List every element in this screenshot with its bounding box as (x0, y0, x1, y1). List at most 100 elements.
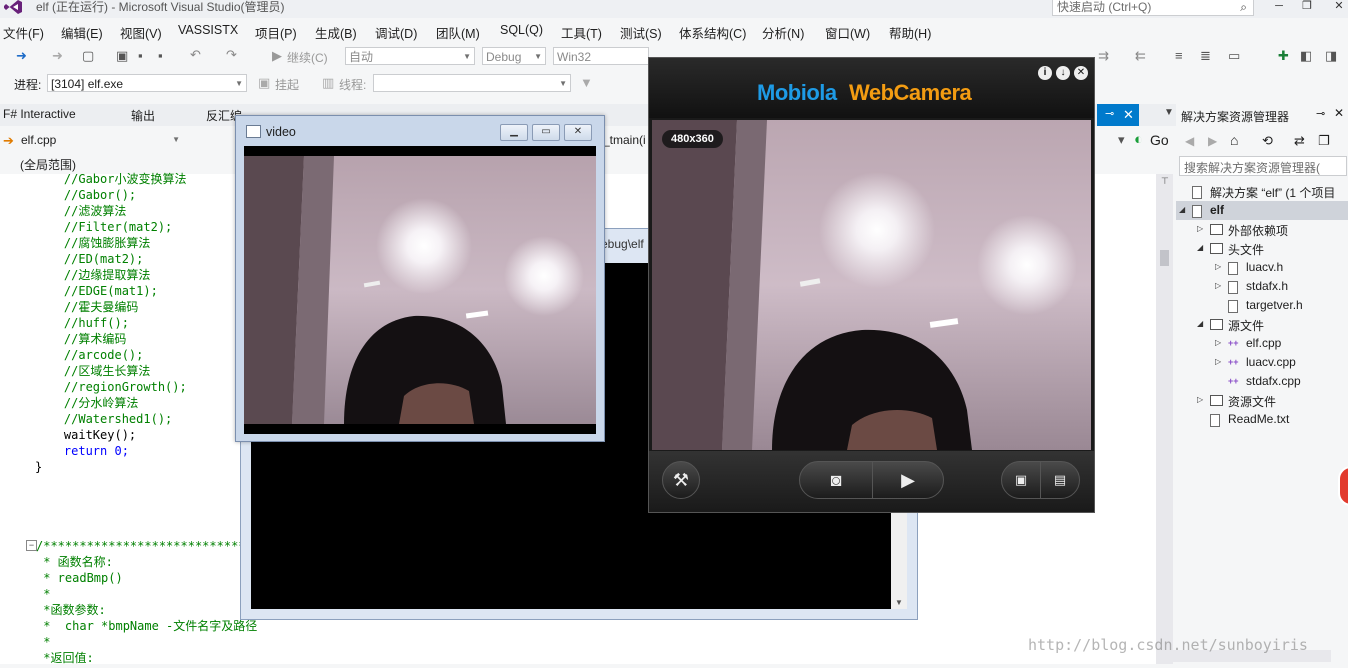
thread-combo[interactable]: ▼ (373, 74, 571, 92)
new-project-icon[interactable]: ▢ (82, 48, 94, 64)
refresh-icon[interactable]: ⇄ (1294, 133, 1305, 149)
outdent-icon[interactable]: ⇇ (1135, 48, 1146, 64)
scroll-down-icon[interactable]: ▼ (895, 598, 903, 607)
home-icon[interactable]: ⌂ (1230, 132, 1238, 148)
chevron-down-icon[interactable]: ▾ (1118, 132, 1125, 148)
filter-icon[interactable]: ▼ (580, 75, 593, 90)
video-minimize-button[interactable]: ▁ (500, 124, 528, 141)
menu-team[interactable]: 团队(M) (436, 23, 480, 42)
resolution-badge[interactable]: 480x360 (662, 130, 723, 148)
tree-item[interactable]: ▷ ++ luacv.cpp (1176, 353, 1348, 372)
save-all-icon[interactable]: ▪ (158, 48, 163, 63)
expanded-arrow-icon[interactable]: ◢ (1197, 319, 1203, 328)
collapsed-arrow-icon[interactable]: ▷ (1197, 224, 1203, 233)
tree-item[interactable]: ReadMe.txt (1176, 410, 1348, 429)
back-icon[interactable]: ➜ (16, 48, 27, 64)
tree-item[interactable]: ◢ elf (1176, 201, 1348, 220)
floating-red-badge[interactable] (1338, 466, 1348, 506)
menu-project[interactable]: 项目(P) (255, 23, 297, 42)
collapse-all-icon[interactable]: ❐ (1318, 133, 1330, 149)
add-bookmark-icon[interactable]: ✚ (1278, 48, 1289, 64)
tree-item[interactable]: ◢ 头文件 (1176, 239, 1348, 258)
record-video-camera-icon[interactable]: ▶ (872, 461, 944, 499)
menu-help[interactable]: 帮助(H) (889, 23, 931, 42)
video-maximize-button[interactable]: ▭ (532, 124, 560, 141)
settings-wrench-icon[interactable]: ⚒ (662, 461, 700, 499)
forward-icon[interactable]: ➜ (52, 48, 63, 64)
sync-icon[interactable]: ⟲ (1262, 133, 1273, 149)
tab-fsharp-interactive[interactable]: F# Interactive (3, 107, 76, 121)
menu-debug[interactable]: 调试(D) (375, 23, 417, 42)
tree-item[interactable]: ▷ ++ elf.cpp (1176, 334, 1348, 353)
close-button[interactable]: ✕ (1330, 0, 1348, 14)
comment-icon[interactable]: ≡ (1175, 48, 1183, 63)
snapshot-camera-icon[interactable]: ◙ (799, 461, 873, 499)
collapsed-arrow-icon[interactable]: ▷ (1215, 262, 1221, 271)
redo-icon[interactable]: ↷ (226, 47, 237, 63)
function-combo-value[interactable]: _tmain(i (603, 133, 646, 147)
tree-item[interactable]: ◢ 源文件 (1176, 315, 1348, 334)
solution-config-combo[interactable]: 自动 ▼ (345, 47, 475, 65)
continue-icon[interactable]: ▶ (272, 48, 282, 64)
download-icon[interactable]: ↓ (1056, 66, 1070, 80)
photo-gallery-icon[interactable]: ▣ (1001, 461, 1041, 499)
video-close-button[interactable]: ✕ (564, 124, 592, 141)
pin-icon[interactable]: ⊸ (1105, 107, 1114, 120)
minimize-button[interactable]: ─ (1270, 0, 1288, 14)
tree-item[interactable]: ▷ 外部依赖项 (1176, 220, 1348, 239)
tree-item[interactable]: 解决方案 “elf” (1 个项目 (1176, 182, 1348, 201)
video-gallery-icon[interactable]: ▤ (1040, 461, 1080, 499)
build-config-combo[interactable]: Debug ▼ (482, 47, 546, 65)
tree-item[interactable]: ▷ luacv.h (1176, 258, 1348, 277)
suspend-icon[interactable]: ▣ (258, 75, 270, 91)
collapsed-arrow-icon[interactable]: ▷ (1215, 338, 1221, 347)
back-icon[interactable]: ◀ (1185, 134, 1194, 148)
split-icon[interactable]: ⊤ (1161, 176, 1169, 187)
open-file-icon[interactable]: ▣ (116, 48, 128, 64)
video-window[interactable]: video ▁ ▭ ✕ (235, 115, 605, 442)
platform-combo[interactable]: Win32 (553, 47, 649, 65)
menu-analyze[interactable]: 分析(N) (762, 23, 804, 42)
menu-test[interactable]: 测试(S) (620, 23, 662, 42)
tree-item[interactable]: ++ stdafx.cpp (1176, 372, 1348, 391)
expanded-arrow-icon[interactable]: ◢ (1197, 243, 1203, 252)
indent-icon[interactable]: ⇉ (1098, 48, 1109, 64)
go-icon[interactable]: ◐ (1134, 131, 1143, 148)
file-combo[interactable]: elf.cpp ▼ (18, 131, 183, 149)
menu-vassistx[interactable]: VASSISTX (178, 23, 238, 37)
menu-view[interactable]: 视图(V) (120, 23, 162, 42)
tree-item[interactable]: targetver.h (1176, 296, 1348, 315)
process-combo[interactable]: [3104] elf.exe ▼ (47, 74, 247, 92)
menu-architecture[interactable]: 体系结构(C) (679, 23, 746, 42)
menu-file[interactable]: 文件(F) (3, 23, 44, 42)
next-bookmark-icon[interactable]: ◨ (1325, 48, 1337, 64)
prev-bookmark-icon[interactable]: ◧ (1300, 48, 1312, 64)
close-icon[interactable]: ✕ (1334, 106, 1344, 120)
active-document-tab[interactable]: ⊸ ✕ (1097, 104, 1139, 126)
continue-button[interactable]: 继续(C) (287, 49, 328, 66)
menu-window[interactable]: 窗口(W) (825, 23, 870, 42)
close-icon[interactable]: ✕ (1074, 66, 1088, 80)
mobiola-webcamera-window[interactable]: Mobiola WebCamera i ↓ ✕ 480x360 ⚒ ◙ ▶ ▣ … (648, 57, 1095, 513)
menu-edit[interactable]: 编辑(E) (61, 23, 103, 42)
collapsed-arrow-icon[interactable]: ▷ (1215, 357, 1221, 366)
suspend-button[interactable]: 挂起 (275, 76, 299, 93)
info-icon[interactable]: i (1038, 66, 1052, 80)
pin-icon[interactable]: ⊸ (1316, 107, 1325, 120)
menu-build[interactable]: 生成(B) (315, 23, 357, 42)
uncomment-icon[interactable]: ≣ (1200, 48, 1211, 64)
collapsed-arrow-icon[interactable]: ▷ (1215, 281, 1221, 290)
undo-icon[interactable]: ↶ (190, 47, 201, 63)
quick-launch-input[interactable]: 快速启动 (Ctrl+Q) ⌕ (1052, 0, 1254, 16)
tree-item[interactable]: ▷ stdafx.h (1176, 277, 1348, 296)
go-button[interactable]: Go (1150, 132, 1169, 148)
expanded-arrow-icon[interactable]: ◢ (1179, 205, 1185, 214)
collapsed-arrow-icon[interactable]: ▷ (1197, 395, 1203, 404)
editor-vertical-scrollbar[interactable]: ⊤ (1156, 174, 1173, 664)
solution-search-input[interactable]: 搜索解决方案资源管理器( (1179, 156, 1347, 176)
forward-icon[interactable]: ▶ (1208, 134, 1217, 148)
bookmark-icon[interactable]: ▭ (1228, 48, 1240, 64)
maximize-button[interactable]: ❐ (1298, 0, 1316, 14)
close-tab-icon[interactable]: ✕ (1123, 107, 1134, 123)
save-icon[interactable]: ▪ (138, 48, 143, 63)
